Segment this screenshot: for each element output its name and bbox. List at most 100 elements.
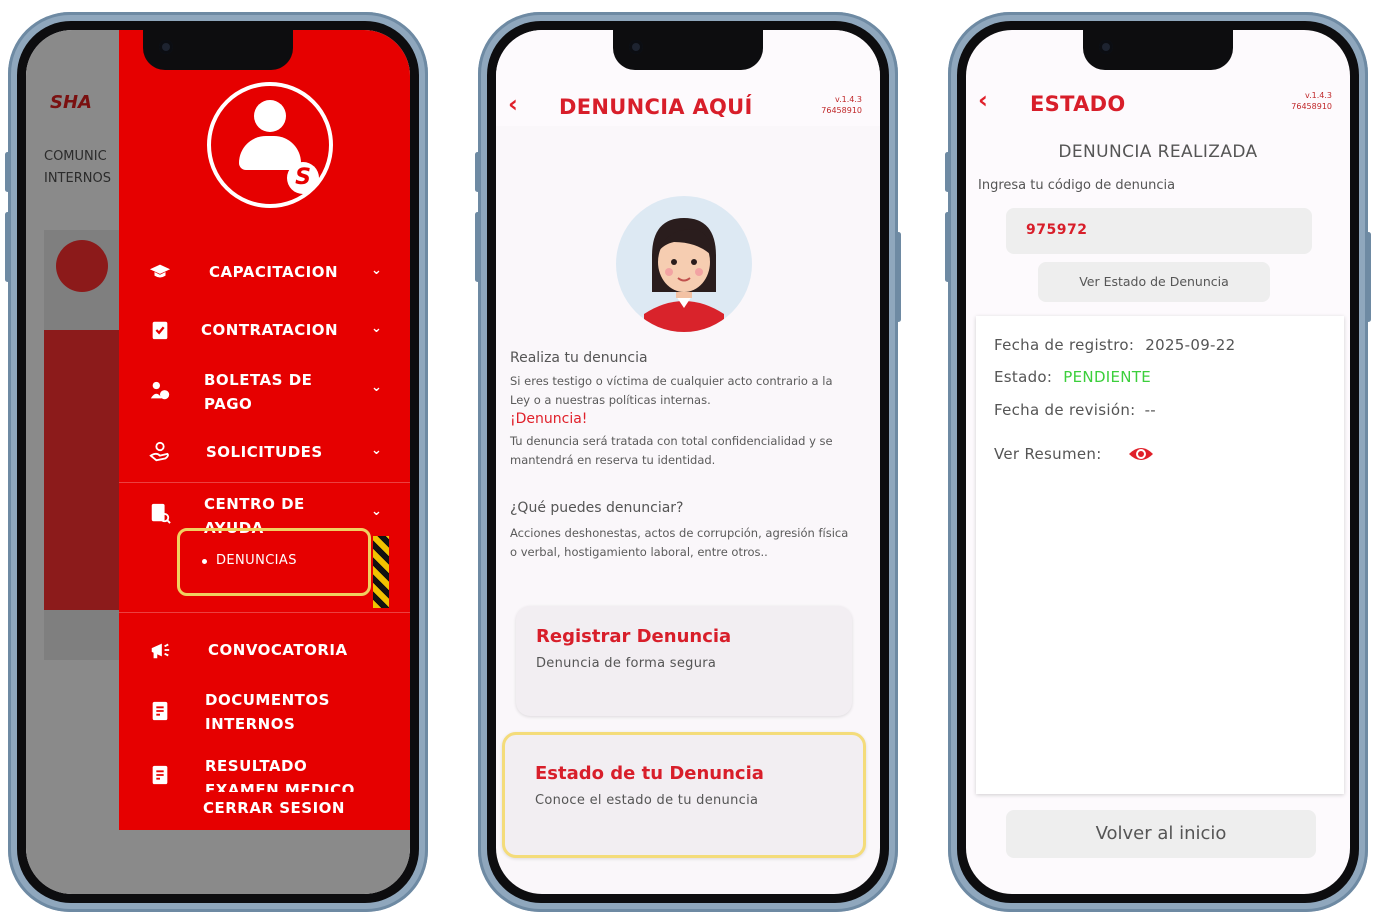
girl-avatar-icon bbox=[644, 218, 724, 332]
menu-label-line: CENTRO DE bbox=[204, 495, 305, 513]
phone-screen: ‹ ESTADO v.1.4.3 76458910 DENUNCIA REALI… bbox=[966, 30, 1350, 894]
logout-button[interactable]: CERRAR SESION bbox=[119, 796, 410, 822]
card-subtitle: Denuncia de forma segura bbox=[536, 656, 717, 671]
phone-side-button bbox=[896, 232, 901, 322]
bullet-icon bbox=[202, 559, 207, 564]
menu-item-boletas-de-pago[interactable]: BOLETAS DE PAGO ⌄ bbox=[119, 360, 410, 420]
status-panel: Fecha de registro: 2025-09-22 Estado: PE… bbox=[976, 316, 1344, 794]
version-code: 76458910 bbox=[1291, 102, 1332, 111]
complaint-status-card[interactable]: Estado de tu Denuncia Conoce el estado d… bbox=[502, 732, 866, 858]
background-text-line: INTERNOS bbox=[44, 171, 111, 186]
code-value: 975972 bbox=[1026, 222, 1088, 238]
field-label: Estado: bbox=[994, 368, 1053, 386]
section-heading: DENUNCIA REALIZADA bbox=[1058, 142, 1258, 162]
card-title: Estado de tu Denuncia bbox=[535, 763, 764, 784]
avatar-head bbox=[254, 100, 286, 132]
revision-date-value: -- bbox=[1144, 401, 1157, 419]
version-number: v.1.4.3 bbox=[834, 95, 862, 104]
megaphone-icon bbox=[151, 643, 170, 659]
revision-date-row: Fecha de revisión: -- bbox=[994, 401, 1156, 419]
menu-label-line: RESULTADO bbox=[205, 757, 308, 775]
menu-item-capacitacion[interactable]: CAPACITACION ⌄ bbox=[119, 252, 410, 292]
chevron-down-icon: ⌄ bbox=[371, 443, 383, 458]
brand-logo: SHA bbox=[50, 92, 92, 113]
medical-document-icon bbox=[152, 765, 168, 785]
phone-denuncia: ‹ DENUNCIA AQUÍ v.1.4.3 76458910 Realiza… bbox=[475, 12, 901, 912]
eye-icon[interactable] bbox=[1128, 444, 1154, 464]
front-camera bbox=[1099, 40, 1113, 54]
status-row: Estado: PENDIENTE bbox=[994, 368, 1151, 386]
field-label: Ver Resumen: bbox=[994, 445, 1102, 463]
menu-divider bbox=[119, 612, 410, 613]
intro-text: Si eres testigo o víctima de cualquier a… bbox=[510, 374, 833, 407]
version-number: v.1.4.3 bbox=[1304, 91, 1332, 100]
phone-screen: ‹ DENUNCIA AQUÍ v.1.4.3 76458910 Realiza… bbox=[496, 30, 880, 894]
intro-heading: Realiza tu denuncia bbox=[510, 350, 648, 366]
question-heading: ¿Qué puedes denunciar? bbox=[510, 500, 684, 516]
summary-row: Ver Resumen: bbox=[994, 445, 1153, 463]
registration-date-value: 2025-09-22 bbox=[1145, 336, 1236, 354]
menu-label-line: PAGO bbox=[204, 395, 253, 413]
version-code: 76458910 bbox=[821, 106, 862, 115]
submenu-item-denuncias[interactable]: DENUNCIAS bbox=[177, 528, 371, 596]
logout-label: CERRAR SESION bbox=[203, 799, 345, 817]
phone-menu: SHA COMUNIC INTERNOS S CAPACITACION ⌄ CO… bbox=[5, 12, 428, 912]
menu-label: BOLETAS DE PAGO bbox=[204, 368, 312, 416]
side-drawer: S CAPACITACION ⌄ CONTRATACION ⌄ BOLETAS … bbox=[119, 30, 410, 830]
submenu-label: DENUNCIAS bbox=[216, 553, 297, 568]
payment-icon bbox=[150, 381, 170, 400]
user-avatar[interactable]: S bbox=[207, 82, 333, 208]
home-button[interactable]: Volver al inicio bbox=[1006, 810, 1316, 858]
phone-screen: SHA COMUNIC INTERNOS S CAPACITACION ⌄ CO… bbox=[26, 30, 410, 894]
chevron-down-icon: ⌄ bbox=[371, 321, 383, 336]
menu-label-line: DOCUMENTOS bbox=[205, 691, 330, 709]
phone-side-button bbox=[5, 212, 10, 282]
register-complaint-card[interactable]: Registrar Denuncia Denuncia de forma seg… bbox=[516, 606, 852, 716]
chevron-down-icon: ⌄ bbox=[371, 380, 383, 395]
menu-divider bbox=[119, 482, 410, 483]
phone-side-button bbox=[475, 152, 480, 192]
phone-notch bbox=[143, 30, 293, 70]
menu-item-convocatoria[interactable]: CONVOCATORIA bbox=[119, 630, 410, 670]
menu-label: DOCUMENTOS INTERNOS bbox=[205, 688, 330, 736]
help-document-icon bbox=[151, 503, 171, 524]
status-value: PENDIENTE bbox=[1063, 368, 1152, 386]
front-camera bbox=[159, 40, 173, 54]
phone-side-button bbox=[945, 152, 950, 192]
page-title: DENUNCIA AQUÍ bbox=[559, 95, 753, 119]
menu-item-contratacion[interactable]: CONTRATACION ⌄ bbox=[119, 310, 410, 350]
menu-label-line: INTERNOS bbox=[205, 715, 296, 733]
document-icon bbox=[152, 701, 168, 721]
code-input[interactable]: 975972 bbox=[1006, 208, 1312, 254]
hand-request-icon bbox=[149, 441, 169, 462]
menu-label: CONTRATACION bbox=[201, 321, 339, 339]
back-arrow-icon[interactable]: ‹ bbox=[508, 90, 518, 118]
chevron-down-icon: ⌄ bbox=[371, 263, 383, 278]
field-label: Fecha de revisión: bbox=[994, 401, 1136, 419]
card-title: Registrar Denuncia bbox=[536, 626, 732, 647]
menu-label: RESULTADO EXAMEN MEDICO bbox=[205, 754, 355, 792]
menu-item-documentos-internos[interactable]: DOCUMENTOS INTERNOS bbox=[119, 680, 410, 740]
background-section-title: COMUNIC INTERNOS bbox=[44, 146, 111, 190]
version-label: v.1.4.3 76458910 bbox=[821, 94, 862, 116]
code-label: Ingresa tu código de denuncia bbox=[978, 178, 1176, 193]
check-status-button[interactable]: Ver Estado de Denuncia bbox=[1038, 262, 1270, 302]
background-logo-circle bbox=[56, 240, 108, 292]
page-title: ESTADO bbox=[1030, 92, 1126, 116]
menu-item-solicitudes[interactable]: SOLICITUDES ⌄ bbox=[119, 432, 410, 472]
examples-text: Acciones deshonestas, actos de corrupció… bbox=[510, 526, 849, 559]
clipboard-check-icon bbox=[152, 321, 168, 340]
phone-estado: ‹ ESTADO v.1.4.3 76458910 DENUNCIA REALI… bbox=[945, 12, 1371, 912]
version-label: v.1.4.3 76458910 bbox=[1291, 90, 1332, 112]
back-arrow-icon[interactable]: ‹ bbox=[978, 86, 988, 114]
phone-side-button bbox=[1366, 232, 1371, 322]
phone-side-button bbox=[945, 212, 950, 282]
menu-item-resultado-examen-medico[interactable]: RESULTADO EXAMEN MEDICO bbox=[119, 746, 410, 792]
warning-stripe-decoration bbox=[373, 536, 389, 608]
field-label: Fecha de registro: bbox=[994, 336, 1135, 354]
phone-notch bbox=[1083, 30, 1233, 70]
menu-label: SOLICITUDES bbox=[206, 443, 323, 461]
menu-label-line: EXAMEN MEDICO bbox=[205, 781, 355, 792]
avatar-illustration bbox=[616, 196, 752, 332]
registration-date-row: Fecha de registro: 2025-09-22 bbox=[994, 336, 1235, 354]
